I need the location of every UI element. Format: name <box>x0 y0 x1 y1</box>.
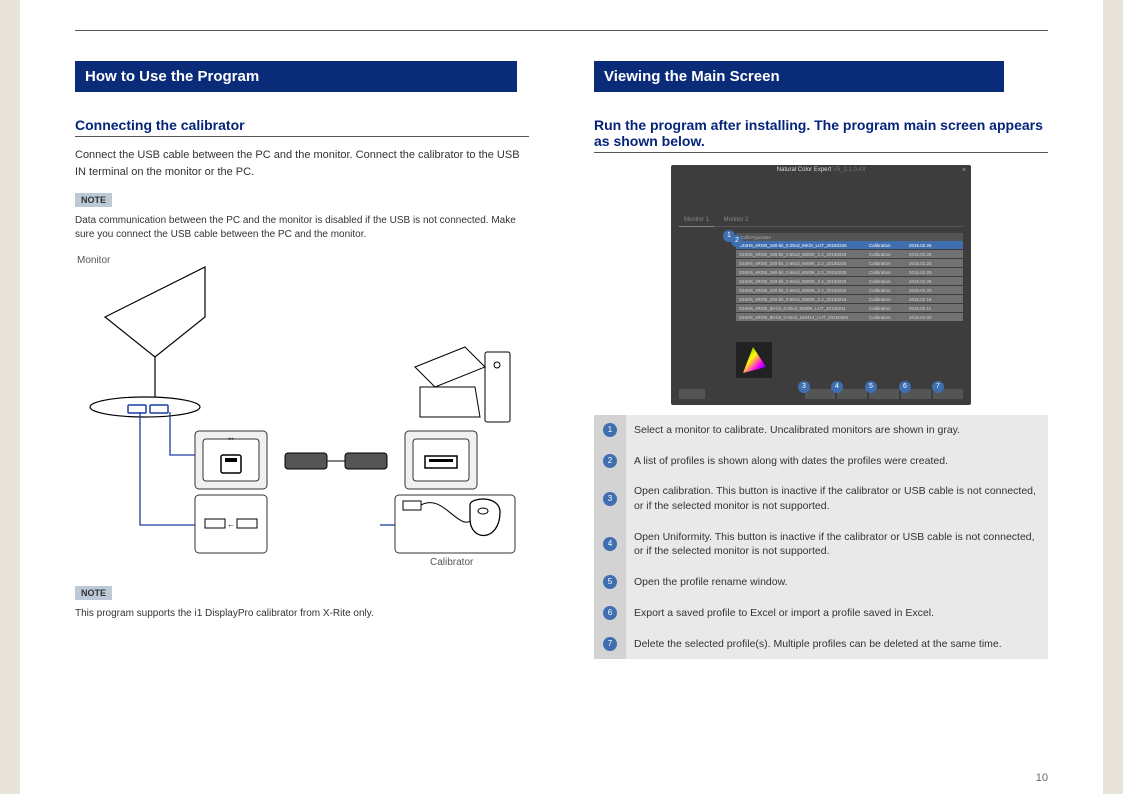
profile-list-header: Profile Type Date <box>736 233 963 241</box>
table-row: 6Export a saved profile to Excel or impo… <box>594 598 1048 629</box>
calibrator-label: Calibrator <box>430 557 473 568</box>
callout-3-icon: 3 <box>798 381 810 393</box>
profile-list: Profile Type Date S34H5_sRGB_160-bit_0.2… <box>736 233 963 322</box>
calibrate-button[interactable] <box>805 389 835 399</box>
left-intro: Connect the USB cable between the PC and… <box>75 147 529 180</box>
right-column: Viewing the Main Screen Run the program … <box>594 61 1048 659</box>
table-row: 5Open the profile rename window. <box>594 567 1048 598</box>
list-item[interactable]: S34H5_sRGB_160-bit_0.66cd_6500K_2.2_2015… <box>736 268 963 276</box>
tab-monitor-1[interactable]: Monitor 1 <box>679 177 714 227</box>
right-intro: Run the program after installing. The pr… <box>594 117 1048 153</box>
callout-4-icon: 4 <box>831 381 843 393</box>
connection-diagram: ⇔ <box>75 257 525 577</box>
table-row: 2A list of profiles is shown along with … <box>594 446 1048 477</box>
table-row: 3Open calibration. This button is inacti… <box>594 476 1048 521</box>
list-item[interactable]: S34H5_sRGB_200-bit_0.66cd_6500K_2.2_2015… <box>736 277 963 285</box>
helper-button[interactable] <box>679 389 705 399</box>
header-rule <box>75 30 1048 31</box>
monitor-tabs: Monitor 1 Monitor 2 <box>679 177 963 227</box>
table-row: 4Open Uniformity. This button is inactiv… <box>594 522 1048 567</box>
list-item[interactable]: S34H5_sRGB_200-bit_0.66cd_6500K_2.2_2015… <box>736 286 963 294</box>
table-row: 1Select a monitor to calibrate. Uncalibr… <box>594 415 1048 446</box>
page-number: 10 <box>1036 772 1048 784</box>
svg-text:⇔: ⇔ <box>226 433 236 444</box>
app-version: V5_2.1.0.43 <box>833 167 865 173</box>
callout-7-icon: 7 <box>932 381 944 393</box>
callout-5-icon: 5 <box>865 381 877 393</box>
columns: How to Use the Program Connecting the ca… <box>75 61 1048 659</box>
note-label-1: NOTE <box>75 193 112 207</box>
table-row: 7Delete the selected profile(s). Multipl… <box>594 629 1048 660</box>
note-text-2: This program supports the i1 DisplayPro … <box>75 607 529 621</box>
list-item[interactable]: S34H5_sRGB_80-bit_0.92cd_160414_LUT_2015… <box>736 313 963 321</box>
note-label-2: NOTE <box>75 586 112 600</box>
note-text-1: Data communication between the PC and th… <box>75 214 529 242</box>
close-icon[interactable]: × <box>962 167 966 174</box>
list-item[interactable]: S34H5_sRGB_160-bit_0.29cd_MK/S_LUT_20150… <box>736 241 963 249</box>
app-screenshot: Natural Color Expert V5_2.1.0.43 × Monit… <box>671 165 971 405</box>
svg-text:←: ← <box>227 520 235 529</box>
tab-monitor-2[interactable]: Monitor 2 <box>718 177 753 226</box>
legend-table: 1Select a monitor to calibrate. Uncalibr… <box>594 415 1048 659</box>
app-title-bar: Natural Color Expert V5_2.1.0.43 <box>671 167 971 173</box>
left-subhead: Connecting the calibrator <box>75 117 529 137</box>
app-bottom-buttons <box>679 389 963 399</box>
page: How to Use the Program Connecting the ca… <box>20 0 1103 794</box>
list-item[interactable]: S34H5_sRGB_200-bit_0.66cd_6500K_2.2_2015… <box>736 295 963 303</box>
list-item[interactable]: S34H5_sRGB_160-bit_0.66cd_6500K_2.2_2015… <box>736 250 963 258</box>
callout-6-icon: 6 <box>899 381 911 393</box>
gamut-preview <box>736 342 772 378</box>
section-title-left: How to Use the Program <box>75 61 517 92</box>
app-name: Natural Color Expert <box>777 167 831 173</box>
list-item[interactable]: S34H5_sRGB_80-bit_0.92cd_6500K_LUT_20150… <box>736 304 963 312</box>
monitor-label: Monitor <box>77 255 110 266</box>
list-item[interactable]: S34H5_sRGB_200-bit_0.66cd_6500K_2.2_2015… <box>736 259 963 267</box>
left-column: How to Use the Program Connecting the ca… <box>75 61 529 659</box>
section-title-right: Viewing the Main Screen <box>594 61 1004 92</box>
callout-2-icon: 2 <box>731 235 743 247</box>
